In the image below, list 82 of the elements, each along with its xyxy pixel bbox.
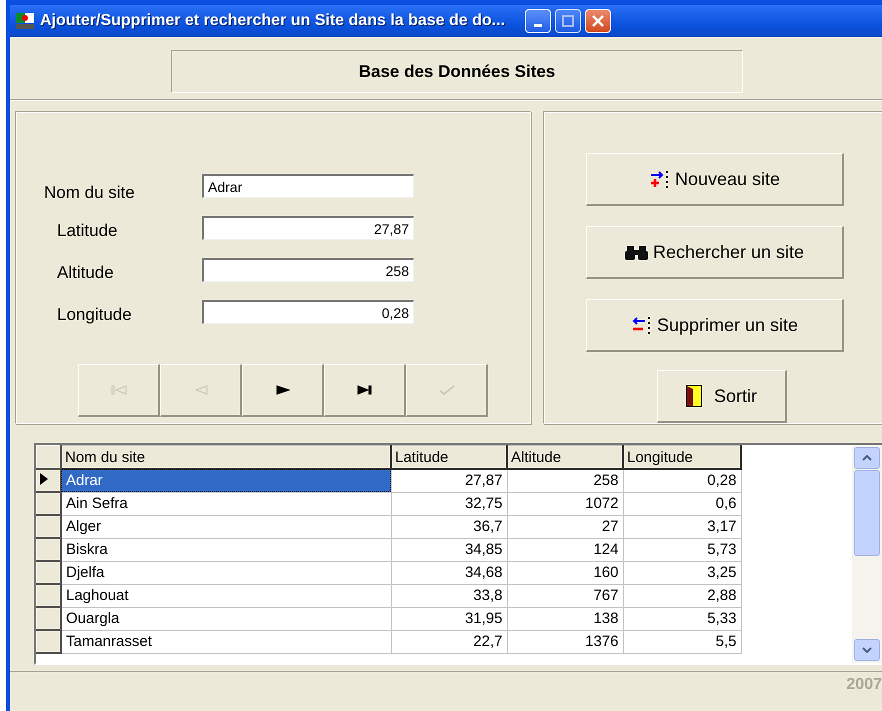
action-button[interactable]: Rechercher un site [586, 226, 844, 279]
scroll-thumb[interactable] [854, 470, 880, 556]
table-cell: Tamanrasset [61, 630, 391, 653]
input-field[interactable]: 258 [202, 258, 414, 282]
input-field[interactable]: 0,28 [202, 300, 414, 324]
previous-icon [194, 385, 208, 395]
table-cell: 0,28 [623, 469, 741, 492]
close-button[interactable] [585, 9, 612, 33]
row-indicator[interactable] [36, 630, 61, 653]
window-title: Ajouter/Supprimer et rechercher un Site dans la base de do... [40, 12, 506, 30]
table-cell: 34,68 [391, 561, 507, 584]
row-indicator[interactable] [36, 492, 61, 515]
column-header[interactable]: Longitude [623, 446, 741, 469]
navigator-button[interactable] [324, 364, 406, 417]
table-cell: 138 [507, 607, 623, 630]
table-cell: 32,75 [391, 492, 507, 515]
action-button[interactable]: Supprimer un site [586, 299, 844, 352]
maximize-button[interactable] [555, 9, 582, 33]
header-title: Base des Données Sites [171, 50, 743, 93]
table-cell: Ain Sefra [61, 492, 391, 515]
close-icon [592, 15, 604, 27]
row-indicator[interactable] [36, 607, 61, 630]
scrollbar[interactable] [852, 445, 882, 663]
table-cell: 767 [507, 584, 623, 607]
table-cell: 34,85 [391, 538, 507, 561]
door-icon [686, 385, 702, 407]
action-button[interactable]: Sortir [657, 370, 787, 423]
row-indicator[interactable] [36, 515, 61, 538]
column-header[interactable]: Altitude [507, 446, 623, 469]
navigator-button[interactable] [242, 364, 324, 417]
remove-arrow-icon [630, 316, 653, 334]
column-header[interactable]: Nom du site [61, 446, 391, 469]
row-indicator[interactable] [36, 561, 61, 584]
table-cell: 5,33 [623, 607, 741, 630]
row-indicator[interactable] [36, 584, 61, 607]
scroll-down-button[interactable] [854, 639, 880, 661]
row-indicator[interactable] [36, 538, 61, 561]
column-header[interactable]: Latitude [391, 446, 507, 469]
table-cell: Adrar [61, 469, 391, 492]
table-cell: Biskra [61, 538, 391, 561]
field-label: Nom du site [44, 184, 136, 202]
table-cell: 0,6 [623, 492, 741, 515]
current-row-icon [40, 473, 48, 485]
table-cell: 31,95 [391, 607, 507, 630]
field-label: Altitude [56, 264, 115, 282]
table-cell: 3,17 [623, 515, 741, 538]
table-cell: 124 [507, 538, 623, 561]
row-indicator[interactable] [36, 469, 61, 492]
table-cell: Alger [61, 515, 391, 538]
table-cell: 2,88 [623, 584, 741, 607]
add-arrow-icon [648, 170, 671, 188]
table-cell: 3,25 [623, 561, 741, 584]
input-field[interactable]: Adrar [202, 174, 414, 198]
field-label: Latitude [56, 222, 118, 240]
first-record-icon [110, 385, 126, 395]
table-cell: 36,7 [391, 515, 507, 538]
binoculars-icon [624, 244, 649, 260]
table-cell: 5,73 [623, 538, 741, 561]
status-text: 2007 [846, 676, 882, 694]
next-icon [276, 385, 290, 395]
field-label: Longitude [56, 306, 133, 324]
table-cell: 1072 [507, 492, 623, 515]
table-cell: 160 [507, 561, 623, 584]
maximize-icon [562, 15, 574, 27]
scroll-up-button[interactable] [854, 447, 880, 469]
minimize-icon [534, 24, 542, 26]
flag-icon [16, 13, 34, 29]
table-cell: Laghouat [61, 584, 391, 607]
table-cell: 5,5 [623, 630, 741, 653]
input-field[interactable]: 27,87 [202, 216, 414, 240]
table-cell: 1376 [507, 630, 623, 653]
checkmark-icon [438, 385, 454, 395]
table-cell: 22,7 [391, 630, 507, 653]
last-record-icon [356, 385, 372, 395]
table-cell: Djelfa [61, 561, 391, 584]
table-cell: Ouargla [61, 607, 391, 630]
action-button[interactable]: Nouveau site [586, 153, 844, 206]
table-cell: 27 [507, 515, 623, 538]
table-cell: 258 [507, 469, 623, 492]
table-cell: 27,87 [391, 469, 507, 492]
table-cell: 33,8 [391, 584, 507, 607]
minimize-button[interactable] [525, 9, 552, 33]
